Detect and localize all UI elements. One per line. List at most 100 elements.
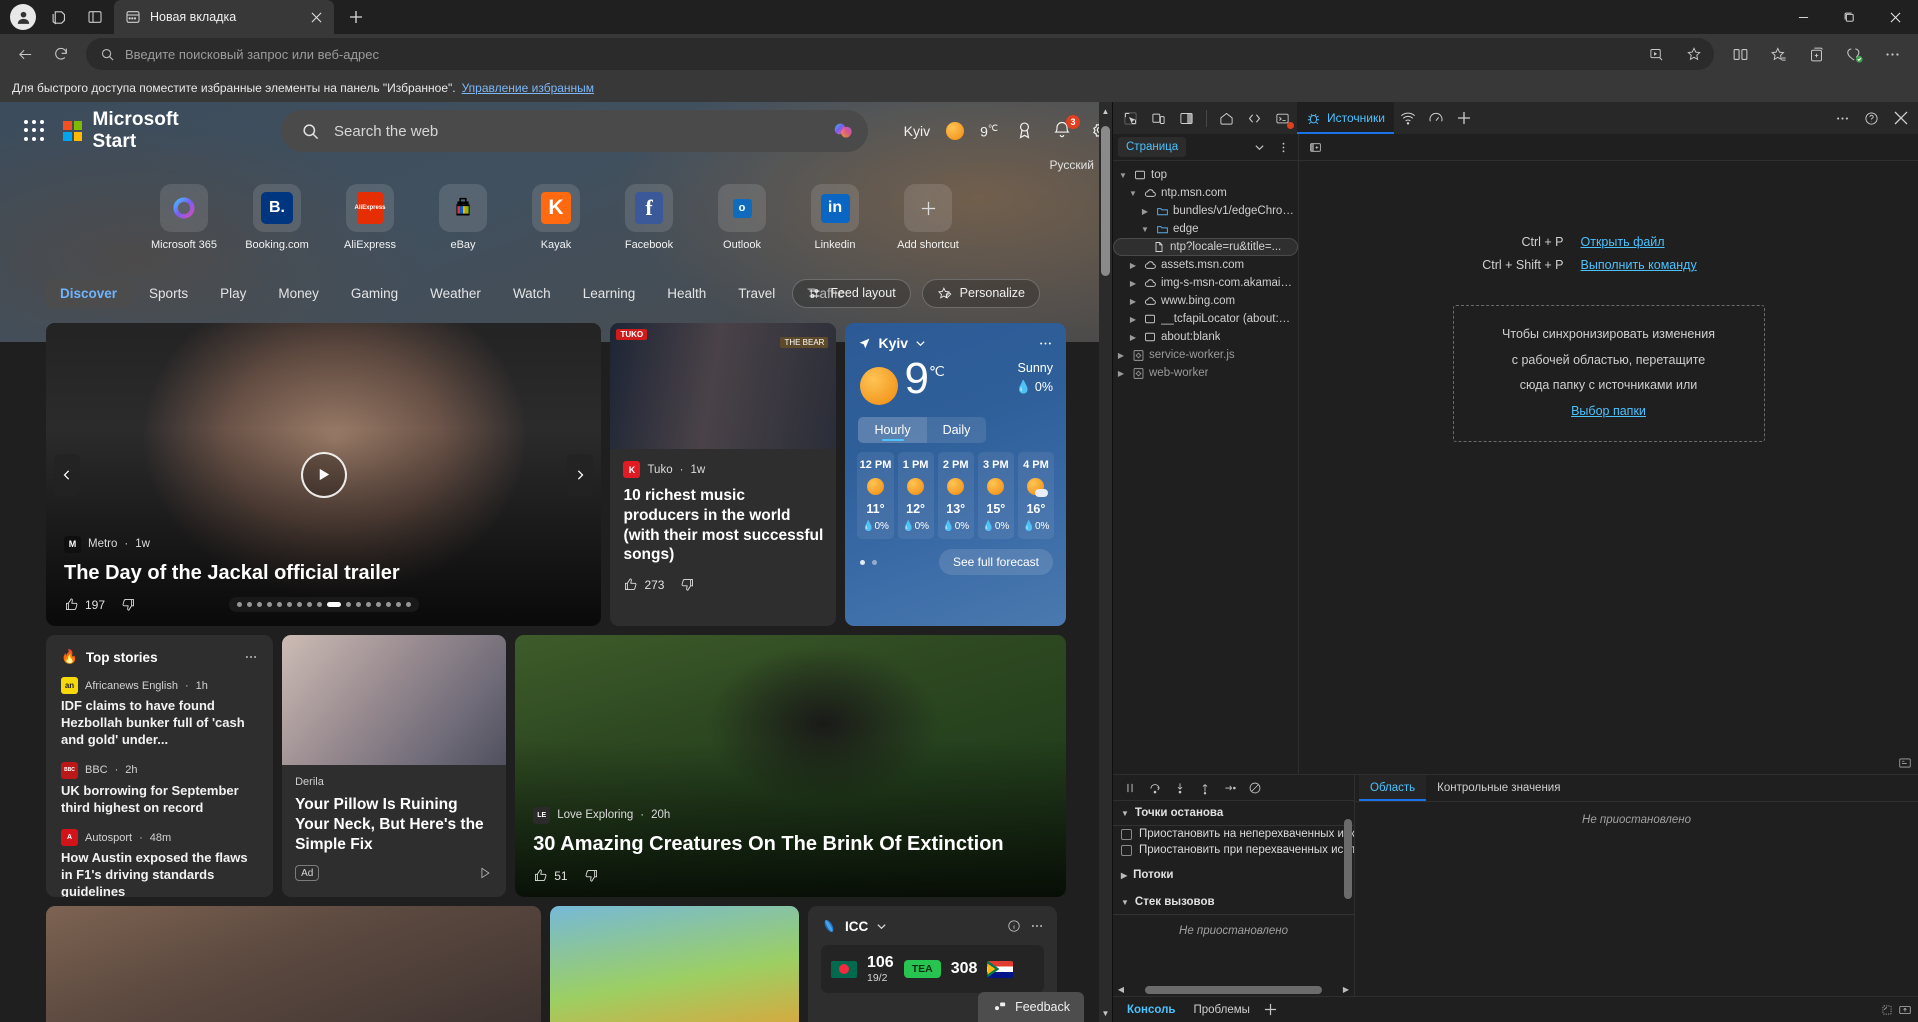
browser-essentials-icon[interactable] xyxy=(1836,38,1872,70)
weather-tab-hourly[interactable]: Hourly xyxy=(858,417,927,443)
see-full-forecast-button[interactable]: See full forecast xyxy=(938,549,1053,575)
twisty-icon[interactable]: ▶ xyxy=(1127,297,1139,306)
device-toolbar-icon[interactable] xyxy=(1145,105,1172,131)
feed-nav-health[interactable]: Health xyxy=(653,279,720,308)
scroll-left-arrow-icon[interactable]: ◀ xyxy=(1113,985,1129,994)
top-story-item[interactable]: an Africanews English · 1h IDF claims to… xyxy=(61,677,258,749)
shortcut-ebay[interactable]: eBay xyxy=(428,184,498,251)
drawer-tab-console[interactable]: Консоль xyxy=(1119,1000,1184,1020)
twisty-icon[interactable]: ▼ xyxy=(1127,189,1139,198)
twisty-icon[interactable]: ▼ xyxy=(1121,898,1129,907)
shortcut-outlook[interactable]: o Outlook xyxy=(707,184,777,251)
step-into-icon[interactable] xyxy=(1169,777,1191,799)
tree-item-about-blank[interactable]: ▶ about:blank xyxy=(1113,328,1298,346)
tuko-like-button[interactable]: 273 xyxy=(623,577,664,592)
scroll-down-arrow-icon[interactable]: ▼ xyxy=(1099,1006,1112,1020)
tree-item-tcfapilocator[interactable]: ▶ __tcfapiLocator (about:blank) xyxy=(1113,310,1298,328)
tab-sources[interactable]: Источники xyxy=(1297,102,1394,134)
workspace-dropzone[interactable]: Чтобы синхронизировать изменения с рабоч… xyxy=(1452,305,1765,442)
media-cast-icon[interactable] xyxy=(1642,41,1670,67)
tab-close-icon[interactable] xyxy=(307,8,326,27)
deactivate-breakpoints-icon[interactable] xyxy=(1244,777,1266,799)
pause-caught-checkbox-row[interactable]: Приостановить при перехваченных исключ xyxy=(1113,842,1354,858)
settings-more-icon[interactable] xyxy=(1874,38,1910,70)
navigator-more-icon[interactable] xyxy=(1273,137,1293,157)
hero-like-button[interactable]: 197 xyxy=(64,597,105,612)
new-tab-button[interactable] xyxy=(340,2,372,32)
ad-card[interactable]: Derila Your Pillow Is Ruining Your Neck,… xyxy=(282,635,507,897)
minimize-button[interactable] xyxy=(1780,0,1826,34)
breakpoints-section-header[interactable]: ▼ Точки останова xyxy=(1113,801,1354,825)
refresh-icon[interactable] xyxy=(44,38,78,70)
icc-heading-group[interactable]: ICC xyxy=(821,918,887,934)
show-navigator-icon[interactable] xyxy=(1305,137,1325,157)
collections-icon[interactable] xyxy=(1798,38,1834,70)
feed-nav-gaming[interactable]: Gaming xyxy=(337,279,412,308)
carousel-prev-button[interactable] xyxy=(54,453,80,496)
weather-widget[interactable]: Kyiv 9 ℃ Sunny 💧 0% Hourly Daily 12 PM 1… xyxy=(845,323,1066,626)
page-scrollbar-thumb[interactable] xyxy=(1101,126,1110,276)
favorites-icon[interactable] xyxy=(1760,38,1796,70)
play-button[interactable] xyxy=(300,451,347,498)
select-folder-link[interactable]: Выбор папки xyxy=(1571,404,1646,418)
tab-watch[interactable]: Контрольные значения xyxy=(1426,775,1571,801)
twisty-icon[interactable]: ▶ xyxy=(1127,333,1139,342)
sources-file-tree[interactable]: ▼ top ▼ ntp.msn.com ▶ bundles/v1/edgeChr… xyxy=(1113,161,1299,774)
step-icon[interactable] xyxy=(1219,777,1241,799)
debugger-vertical-scrollbar[interactable] xyxy=(1343,803,1353,980)
twisty-icon[interactable]: ▶ xyxy=(1115,351,1127,360)
shortcut-microsoft-365[interactable]: Microsoft 365 xyxy=(149,184,219,251)
web-search-bar[interactable]: Search the web xyxy=(281,110,868,152)
pause-uncaught-checkbox-row[interactable]: Приостановить на неперехваченных исклю xyxy=(1113,826,1354,842)
hero-carousel-dots[interactable] xyxy=(228,597,419,612)
close-icon[interactable] xyxy=(1887,105,1914,131)
top-story-item[interactable]: A Autosport · 48m How Austin exposed the… xyxy=(61,829,258,897)
icc-info-icon[interactable] xyxy=(1007,919,1021,933)
checkbox[interactable] xyxy=(1121,828,1132,840)
plus-icon[interactable] xyxy=(1451,105,1478,131)
close-button[interactable] xyxy=(1872,0,1918,34)
drawer-tab-issues[interactable]: Проблемы xyxy=(1186,1000,1258,1020)
tuko-dislike-button[interactable] xyxy=(680,577,695,592)
tab-scope[interactable]: Область xyxy=(1359,775,1427,801)
weather-period-toggle[interactable]: Hourly Daily xyxy=(858,417,987,443)
twisty-icon[interactable]: ▶ xyxy=(1115,369,1127,378)
step-out-icon[interactable] xyxy=(1194,777,1216,799)
personalize-button[interactable]: Personalize xyxy=(921,278,1040,308)
tree-item-web-worker[interactable]: ▶ web-worker xyxy=(1113,364,1298,382)
scrollbar-thumb[interactable] xyxy=(1145,985,1322,994)
chevron-down-icon[interactable] xyxy=(1249,137,1269,157)
profile-avatar[interactable] xyxy=(10,4,36,30)
twisty-icon[interactable]: ▶ xyxy=(1127,261,1139,270)
maximize-button[interactable] xyxy=(1826,0,1872,34)
gorilla-dislike-button[interactable] xyxy=(584,868,599,883)
twisty-icon[interactable]: ▶ xyxy=(1127,279,1139,288)
plus-icon[interactable] xyxy=(1260,999,1282,1021)
checkbox[interactable] xyxy=(1121,844,1132,856)
callstack-section-header[interactable]: ▼ Стек вызовов xyxy=(1113,890,1354,914)
tree-item-edge[interactable]: ▼ edge xyxy=(1113,220,1298,238)
weather-page-dots[interactable] xyxy=(860,559,878,565)
tree-item-service-worker[interactable]: ▶ service-worker.js xyxy=(1113,346,1298,364)
app-grid-icon[interactable] xyxy=(24,120,45,142)
home-icon[interactable] xyxy=(1213,105,1240,131)
tree-item-img-s-msn[interactable]: ▶ img-s-msn-com.akamaized... xyxy=(1113,274,1298,292)
hero-video-card[interactable]: M Metro · 1w The Day of the Jackal offic… xyxy=(46,323,602,626)
twisty-icon[interactable]: ▶ xyxy=(1121,871,1127,880)
shortcut-booking[interactable]: B. Booking.com xyxy=(242,184,312,251)
scrollbar-thumb[interactable] xyxy=(1344,819,1352,899)
language-label[interactable]: Русский xyxy=(1049,158,1094,172)
address-bar-input[interactable]: Введите поисковый запрос или веб-адрес xyxy=(125,47,1632,62)
back-arrow-icon[interactable] xyxy=(8,38,42,70)
twisty-icon[interactable]: ▶ xyxy=(1139,207,1151,216)
tree-item-ntp-msn-com[interactable]: ▼ ntp.msn.com xyxy=(1113,184,1298,202)
tuko-article-card[interactable]: TUKO THE BEAR K Tuko · 1w 10 richest mus… xyxy=(610,323,837,626)
tree-item-bundles[interactable]: ▶ bundles/v1/edgeChromi... xyxy=(1113,202,1298,220)
villa-card[interactable] xyxy=(550,906,799,1022)
editor-format-icon[interactable] xyxy=(1898,756,1912,770)
twisty-icon[interactable]: ▼ xyxy=(1117,171,1129,180)
tab-actions-icon[interactable] xyxy=(78,2,112,32)
feed-nav-sports[interactable]: Sports xyxy=(135,279,202,308)
shortcut-facebook[interactable]: f Facebook xyxy=(614,184,684,251)
weather-more-icon[interactable] xyxy=(1038,336,1053,351)
